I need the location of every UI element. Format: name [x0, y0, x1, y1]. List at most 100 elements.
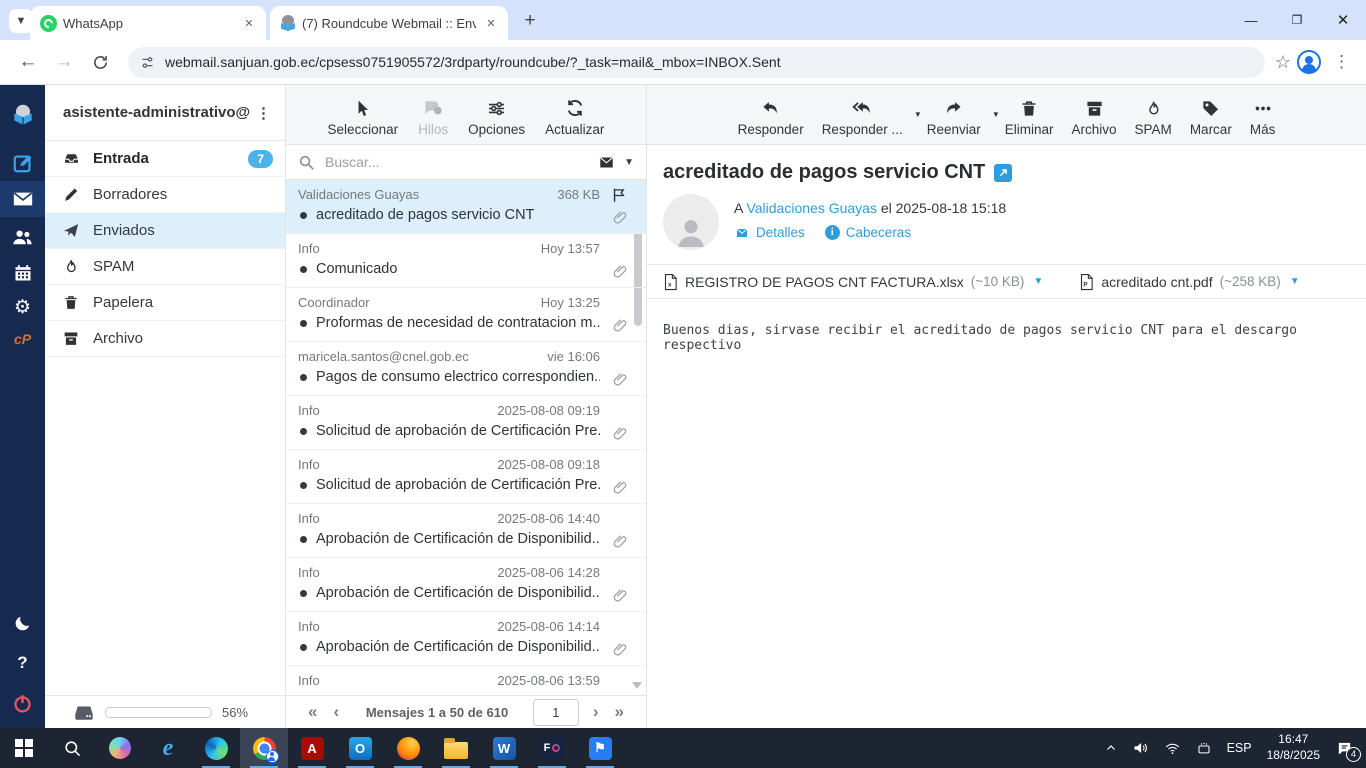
- folder-item-entrada[interactable]: Entrada 7: [45, 141, 285, 177]
- taskbar-app-chrome[interactable]: [240, 728, 288, 768]
- help-icon[interactable]: ?: [0, 645, 45, 681]
- message-date: Hoy 13:25: [540, 295, 600, 310]
- threads-button[interactable]: Hilos: [410, 98, 456, 137]
- taskbar-app-acrobat[interactable]: A: [288, 728, 336, 768]
- delete-button[interactable]: Eliminar: [997, 99, 1062, 137]
- next-page-icon[interactable]: ›: [585, 702, 607, 722]
- search-input[interactable]: [323, 153, 590, 171]
- attachment-menu-caret-icon[interactable]: ▼: [1290, 276, 1300, 287]
- tag-icon: [1203, 101, 1219, 117]
- open-in-new-window-icon[interactable]: [994, 163, 1013, 182]
- headers-toggle[interactable]: i Cabeceras: [824, 225, 911, 240]
- dark-mode-moon-icon[interactable]: [0, 605, 45, 641]
- folder-item-enviados[interactable]: Enviados: [45, 213, 285, 249]
- wifi-icon[interactable]: [1164, 741, 1181, 756]
- bookmark-star-icon[interactable]: ☆: [1275, 52, 1291, 73]
- attachment-menu-caret-icon[interactable]: ▼: [1033, 276, 1043, 287]
- taskbar-app-explorer[interactable]: [432, 728, 480, 768]
- notification-center-icon[interactable]: 4: [1335, 740, 1361, 762]
- folder-item-spam[interactable]: SPAM: [45, 249, 285, 285]
- taskbar-app-ie[interactable]: e: [144, 728, 192, 768]
- taskbar-app-edge[interactable]: [192, 728, 240, 768]
- connect-icon[interactable]: [1196, 741, 1212, 756]
- volume-icon[interactable]: [1132, 740, 1149, 756]
- new-tab-button[interactable]: +: [518, 9, 542, 33]
- refresh-icon: [567, 100, 582, 116]
- profile-avatar-icon[interactable]: [1297, 50, 1321, 74]
- taskbar-app-forticlient[interactable]: F: [528, 728, 576, 768]
- taskbar-app-outlook[interactable]: O: [336, 728, 384, 768]
- compose-icon[interactable]: [0, 145, 45, 181]
- search-options-chevron-icon[interactable]: ▼: [624, 157, 634, 168]
- search-scope-mail-icon[interactable]: [597, 155, 616, 170]
- roundcube-logo-icon[interactable]: [0, 97, 45, 133]
- forward-button[interactable]: Reenviar ▼: [919, 99, 1000, 137]
- message-list-item[interactable]: Info 2025-08-08 09:19 Solicitud de aprobac…: [286, 396, 646, 450]
- unread-dot: [300, 211, 307, 219]
- prev-page-icon[interactable]: ‹: [325, 702, 347, 722]
- reply-all-button[interactable]: Responder ... ▼: [814, 99, 922, 137]
- message-list-item[interactable]: Info 2025-08-06 13:59: [286, 666, 646, 695]
- forward-icon[interactable]: →: [49, 47, 79, 77]
- message-sender: Info: [298, 457, 320, 472]
- select-button[interactable]: Seleccionar: [320, 99, 407, 137]
- options-button[interactable]: Opciones: [460, 99, 533, 137]
- message-list-item[interactable]: Info 2025-08-06 14:40 Aprobación de Certif…: [286, 504, 646, 558]
- taskbar-app-firefox[interactable]: [384, 728, 432, 768]
- cpanel-icon[interactable]: cP: [0, 321, 45, 357]
- logout-power-icon[interactable]: [0, 685, 45, 721]
- account-menu-icon[interactable]: ⋮: [250, 104, 277, 122]
- attachment-item-pdf[interactable]: P acreditado cnt.pdf (~258 KB) ▼: [1079, 273, 1300, 291]
- close-button[interactable]: ✕: [1320, 0, 1366, 40]
- spam-button[interactable]: SPAM: [1127, 99, 1180, 137]
- attachment-item-xlsx[interactable]: x REGISTRO DE PAGOS CNT FACTURA.xlsx (~1…: [663, 273, 1043, 291]
- last-page-icon[interactable]: »: [607, 702, 632, 722]
- tab-close-icon[interactable]: ✕: [482, 14, 500, 32]
- message-list-item[interactable]: Info 2025-08-06 14:14 Aprobación de Certif…: [286, 612, 646, 666]
- message-list-item[interactable]: Info 2025-08-06 14:28 Aprobación de Certif…: [286, 558, 646, 612]
- folder-item-papelera[interactable]: Papelera: [45, 285, 285, 321]
- taskbar-app-search[interactable]: [48, 728, 96, 768]
- settings-gear-icon[interactable]: ⚙: [0, 289, 45, 325]
- taskbar-app-start[interactable]: [0, 728, 48, 768]
- taskbar-app-forms[interactable]: ⚑: [576, 728, 624, 768]
- site-info-icon[interactable]: [140, 55, 155, 70]
- taskbar-app-word[interactable]: W: [480, 728, 528, 768]
- mail-module-icon[interactable]: [0, 181, 45, 217]
- browser-menu-icon[interactable]: ⋮: [1327, 52, 1356, 72]
- flag-icon[interactable]: [611, 187, 628, 204]
- taskbar-app-copilot[interactable]: [96, 728, 144, 768]
- refresh-button[interactable]: Actualizar: [537, 98, 612, 137]
- address-bar[interactable]: webmail.sanjuan.gob.ec/cpsess0751905572/…: [128, 46, 1265, 78]
- message-list-item[interactable]: Coordinador Hoy 13:25 Proformas de necesid…: [286, 288, 646, 342]
- archive-button[interactable]: Archivo: [1064, 99, 1125, 137]
- tab-whatsapp[interactable]: WhatsApp ✕: [30, 6, 266, 40]
- message-list-item[interactable]: Validaciones Guayas 368 KB acreditado de p…: [286, 180, 646, 234]
- details-toggle[interactable]: Detalles: [734, 225, 805, 240]
- message-list-item[interactable]: Info Hoy 13:57 Comunicado: [286, 234, 646, 288]
- back-icon[interactable]: ←: [13, 47, 43, 77]
- tray-chevron-up-icon[interactable]: [1105, 742, 1117, 754]
- calendar-icon[interactable]: [0, 255, 45, 291]
- more-button[interactable]: Más: [1242, 99, 1284, 137]
- tab-close-icon[interactable]: ✕: [240, 14, 258, 32]
- message-list-item[interactable]: Info 2025-08-08 09:18 Solicitud de aprobac…: [286, 450, 646, 504]
- folder-item-archivo[interactable]: Archivo: [45, 321, 285, 357]
- reload-icon[interactable]: [85, 47, 115, 77]
- message-subject: Proformas de necesidad de contratacion m…: [316, 315, 600, 331]
- message-date: 2025-08-08 09:18: [497, 457, 600, 472]
- maximize-button[interactable]: ❐: [1274, 0, 1320, 40]
- reply-button[interactable]: Responder: [730, 99, 812, 137]
- tab-roundcube-active[interactable]: (7) Roundcube Webmail :: Envia ✕: [270, 6, 508, 40]
- contacts-icon[interactable]: [0, 219, 45, 255]
- minimize-button[interactable]: —: [1228, 0, 1274, 40]
- sender-link[interactable]: Validaciones Guayas: [746, 200, 876, 216]
- language-indicator[interactable]: ESP: [1227, 741, 1252, 755]
- mark-button[interactable]: Marcar: [1182, 99, 1240, 137]
- clock[interactable]: 16:47 18/8/2025: [1267, 732, 1320, 763]
- window-controls: — ❐ ✕: [1228, 0, 1366, 40]
- folder-item-borradores[interactable]: Borradores: [45, 177, 285, 213]
- page-number-input[interactable]: [532, 698, 579, 726]
- message-list-item[interactable]: maricela.santos@cnel.gob.ec vie 16:06 Pago…: [286, 342, 646, 396]
- first-page-icon[interactable]: «: [300, 702, 325, 722]
